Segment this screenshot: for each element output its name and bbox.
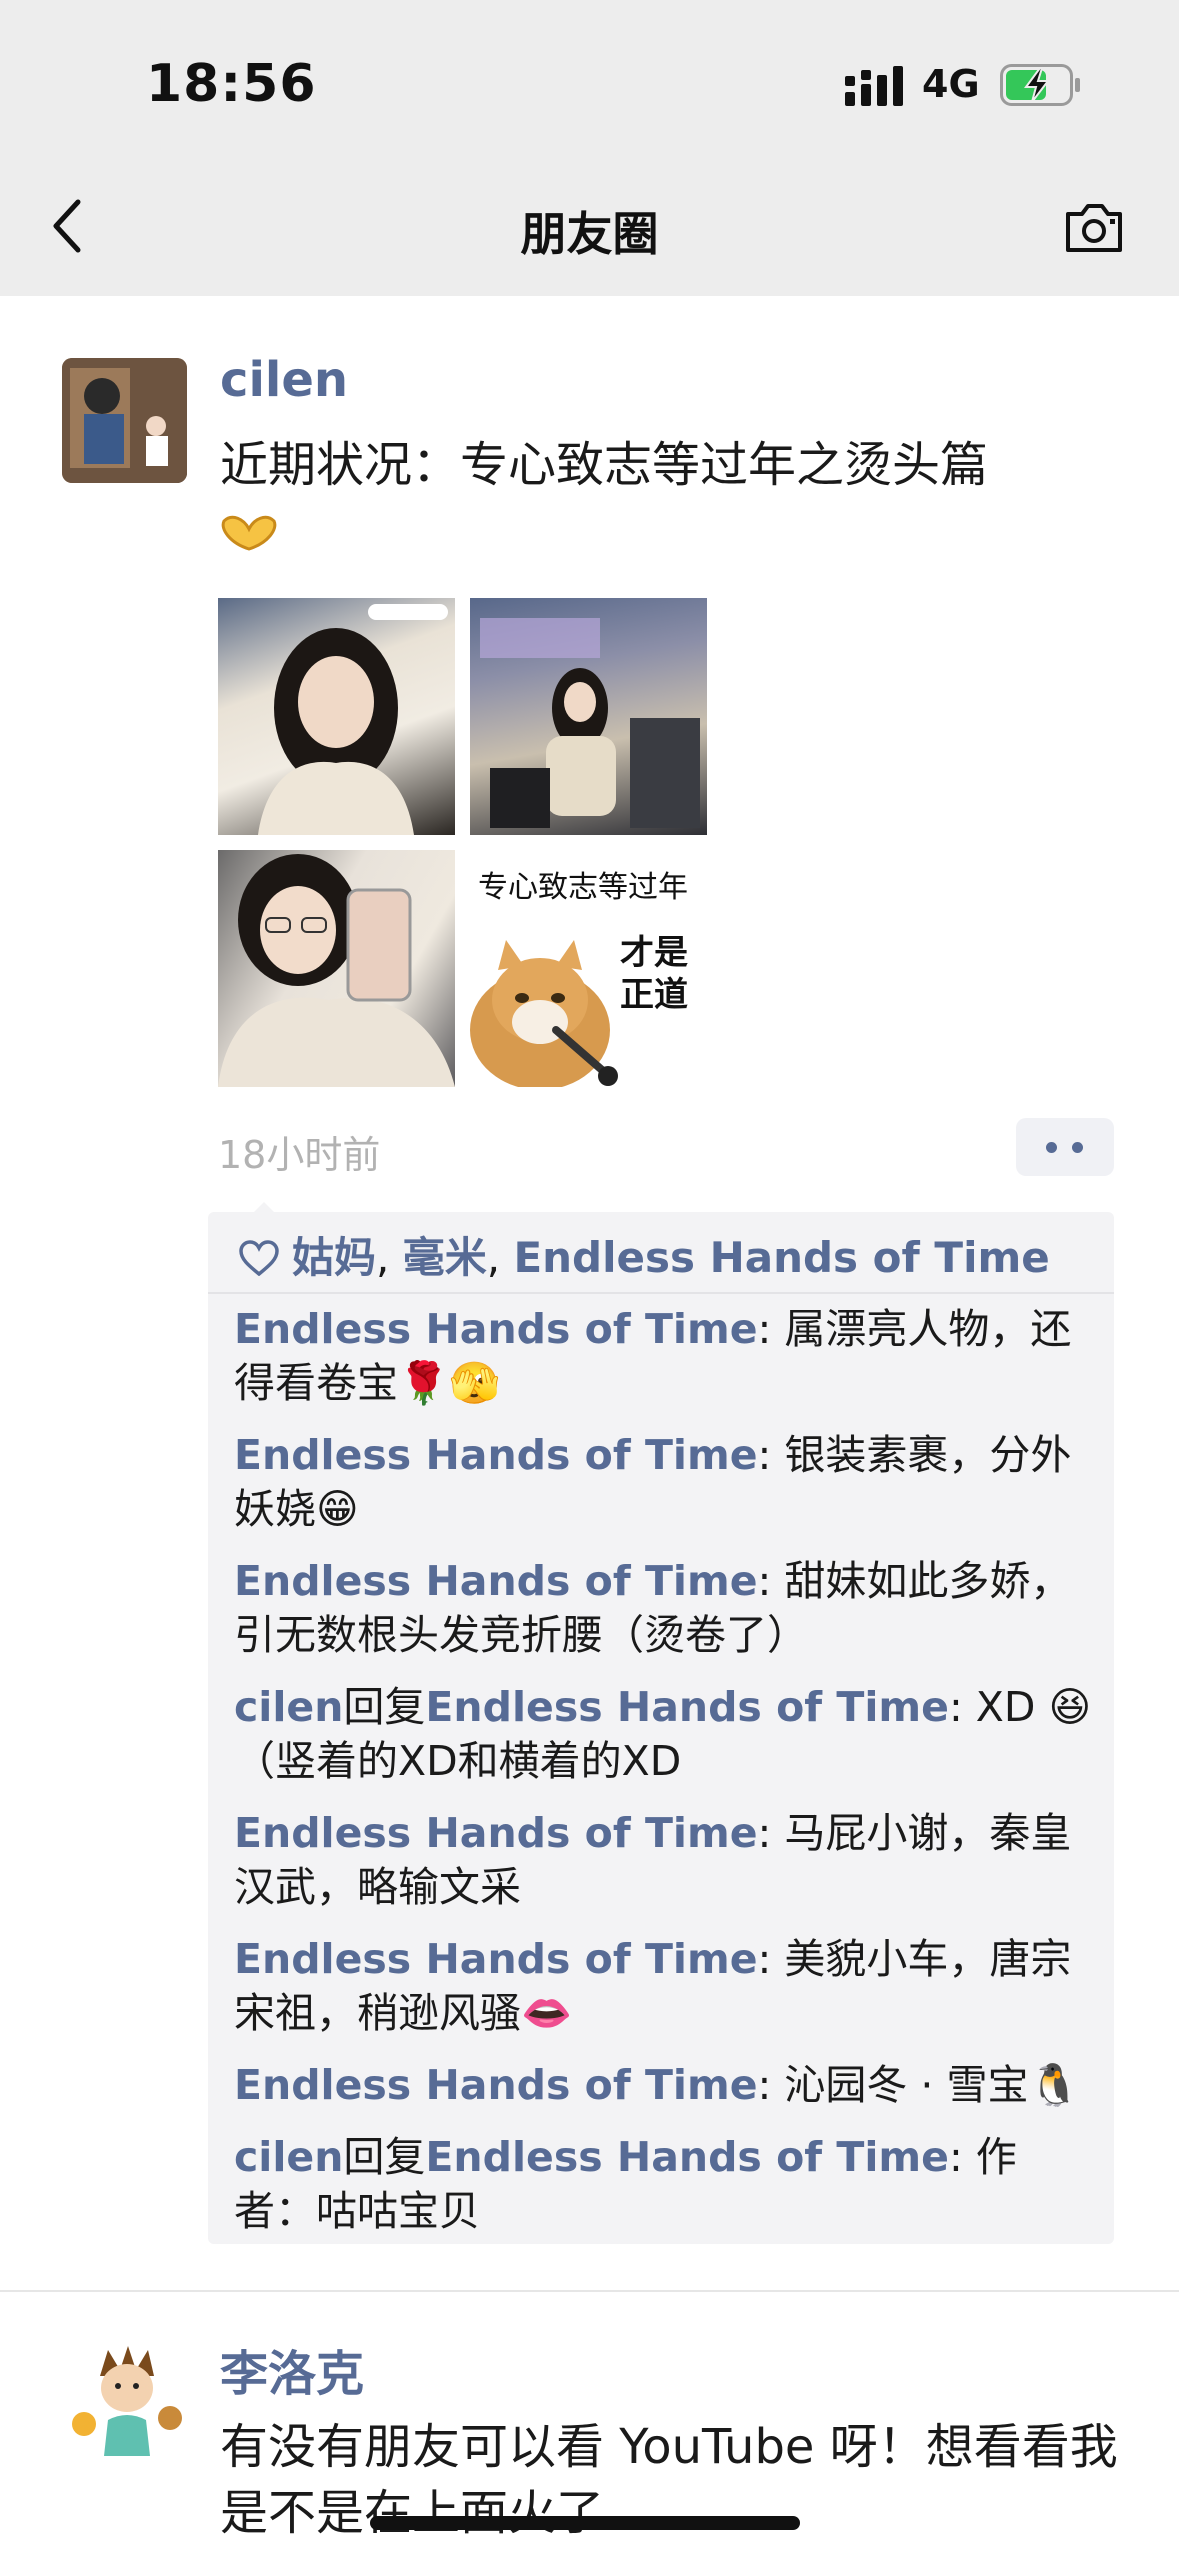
comment-user[interactable]: Endless Hands of Time bbox=[234, 1431, 758, 1479]
photo-3[interactable] bbox=[218, 850, 455, 1087]
comment-box: 姑妈, 毫米, Endless Hands of Time Endless Ha… bbox=[208, 1202, 1114, 2244]
comment-list: Endless Hands of Time: 属漂亮人物，还得看卷宝🌹🫣 End… bbox=[234, 1302, 1094, 2256]
photo-1[interactable] bbox=[218, 598, 455, 835]
meme-side-line2: 正道 bbox=[620, 975, 688, 1015]
signal-icon bbox=[845, 66, 903, 106]
like-separator: , bbox=[486, 1233, 514, 1282]
reply-word: 回复 bbox=[343, 2133, 426, 2181]
like-name[interactable]: Endless Hands of Time bbox=[513, 1233, 1049, 1282]
avatar[interactable] bbox=[64, 2336, 190, 2462]
comment-reply-item[interactable]: cilen回复Endless Hands of Time: XD 😆（竖着的XD… bbox=[234, 1680, 1094, 1788]
comment-sep: : bbox=[757, 1557, 785, 1605]
post-time: 18小时前 bbox=[218, 1133, 381, 1177]
comment-reply-item[interactable]: cilen回复Endless Hands of Time: 作者：咕咕宝贝 bbox=[234, 2130, 1094, 2238]
reply-to-user[interactable]: Endless Hands of Time bbox=[425, 2133, 949, 2181]
photo-4-meme[interactable]: 专心致志等过年 才是 正道 bbox=[470, 850, 707, 1087]
battery-charging-icon bbox=[1000, 64, 1080, 106]
photo-grid: 专心致志等过年 才是 正道 bbox=[218, 598, 708, 1088]
likes-row: 姑妈, 毫米, Endless Hands of Time bbox=[238, 1224, 1050, 1285]
comment-item[interactable]: Endless Hands of Time: 美貌小车，唐宗宋祖，稍逊风骚👄 bbox=[234, 1932, 1094, 2040]
comment-text: 沁园冬 · 雪宝🐧 bbox=[784, 2061, 1080, 2109]
comment-sep: : bbox=[757, 2061, 785, 2109]
page-title: 朋友圈 bbox=[520, 207, 659, 261]
comment-user[interactable]: cilen bbox=[234, 1683, 343, 1731]
top-bar: 18:56 4G 朋友圈 bbox=[0, 0, 1179, 296]
meme-top-text: 专心致志等过年 bbox=[478, 870, 688, 905]
comment-user[interactable]: Endless Hands of Time bbox=[234, 1305, 758, 1353]
comment-sep: : bbox=[757, 1809, 785, 1857]
comment-item[interactable]: Endless Hands of Time: 属漂亮人物，还得看卷宝🌹🫣 bbox=[234, 1302, 1094, 1410]
post-text: 近期状况：专心致志等过年之烫头篇 bbox=[220, 432, 1100, 564]
photo-2[interactable] bbox=[470, 598, 707, 835]
moment-post: cilen 近期状况：专心致志等过年之烫头篇 专心致志等过年 才是 正道 18小… bbox=[0, 310, 1179, 2296]
comment-item[interactable]: Endless Hands of Time: 银装素裹，分外妖娆😁 bbox=[234, 1428, 1094, 1536]
heart-hands-icon bbox=[221, 515, 277, 551]
comment-user[interactable]: Endless Hands of Time bbox=[234, 1809, 758, 1857]
avatar[interactable] bbox=[62, 358, 187, 483]
dot-icon bbox=[1072, 1142, 1083, 1153]
reply-to-user[interactable]: Endless Hands of Time bbox=[425, 1683, 949, 1731]
post-author[interactable]: 李洛克 bbox=[220, 2334, 364, 2404]
meme-side-text: 才是 正道 bbox=[620, 932, 688, 1016]
cat-image bbox=[470, 940, 618, 1087]
home-indicator[interactable] bbox=[370, 2516, 800, 2530]
comment-sep: : bbox=[757, 1431, 785, 1479]
dot-icon bbox=[1046, 1142, 1057, 1153]
reply-word: 回复 bbox=[343, 1683, 426, 1731]
camera-icon[interactable] bbox=[1062, 200, 1126, 256]
photo-2-image bbox=[480, 618, 700, 828]
comment-sep: : bbox=[757, 1935, 785, 1983]
comment-sep: : bbox=[948, 1683, 976, 1731]
avatar-image bbox=[62, 358, 187, 483]
like-name[interactable]: 姑妈 bbox=[292, 1233, 376, 1282]
comment-item[interactable]: Endless Hands of Time: 沁园冬 · 雪宝🐧 bbox=[234, 2058, 1094, 2112]
like-name[interactable]: 毫米 bbox=[403, 1233, 487, 1282]
comment-user[interactable]: Endless Hands of Time bbox=[234, 1557, 758, 1605]
meme-side-line1: 才是 bbox=[620, 933, 688, 973]
photo-1-image bbox=[258, 604, 448, 835]
comment-sep: : bbox=[757, 1305, 785, 1353]
heart-outline-icon bbox=[239, 1240, 279, 1276]
comment-item[interactable]: Endless Hands of Time: 甜妹如此多娇，引无数根头发竞折腰（… bbox=[234, 1554, 1094, 1662]
comment-item[interactable]: Endless Hands of Time: 马屁小谢，秦皇汉武，略输文采 bbox=[234, 1806, 1094, 1914]
post-author[interactable]: cilen bbox=[220, 352, 348, 408]
comment-user[interactable]: Endless Hands of Time bbox=[234, 2061, 758, 2109]
network-type: 4G bbox=[922, 62, 980, 106]
status-time: 18:56 bbox=[146, 54, 317, 114]
like-separator: , bbox=[376, 1233, 403, 1282]
comment-user[interactable]: cilen bbox=[234, 2133, 343, 2181]
likes-divider bbox=[208, 1292, 1114, 1294]
comment-sep: : bbox=[948, 2133, 976, 2181]
more-actions-button[interactable] bbox=[1016, 1118, 1114, 1176]
post-text-content: 近期状况：专心致志等过年之烫头篇 bbox=[220, 437, 989, 493]
photo-3-image bbox=[218, 854, 455, 1087]
comment-user[interactable]: Endless Hands of Time bbox=[234, 1935, 758, 1983]
